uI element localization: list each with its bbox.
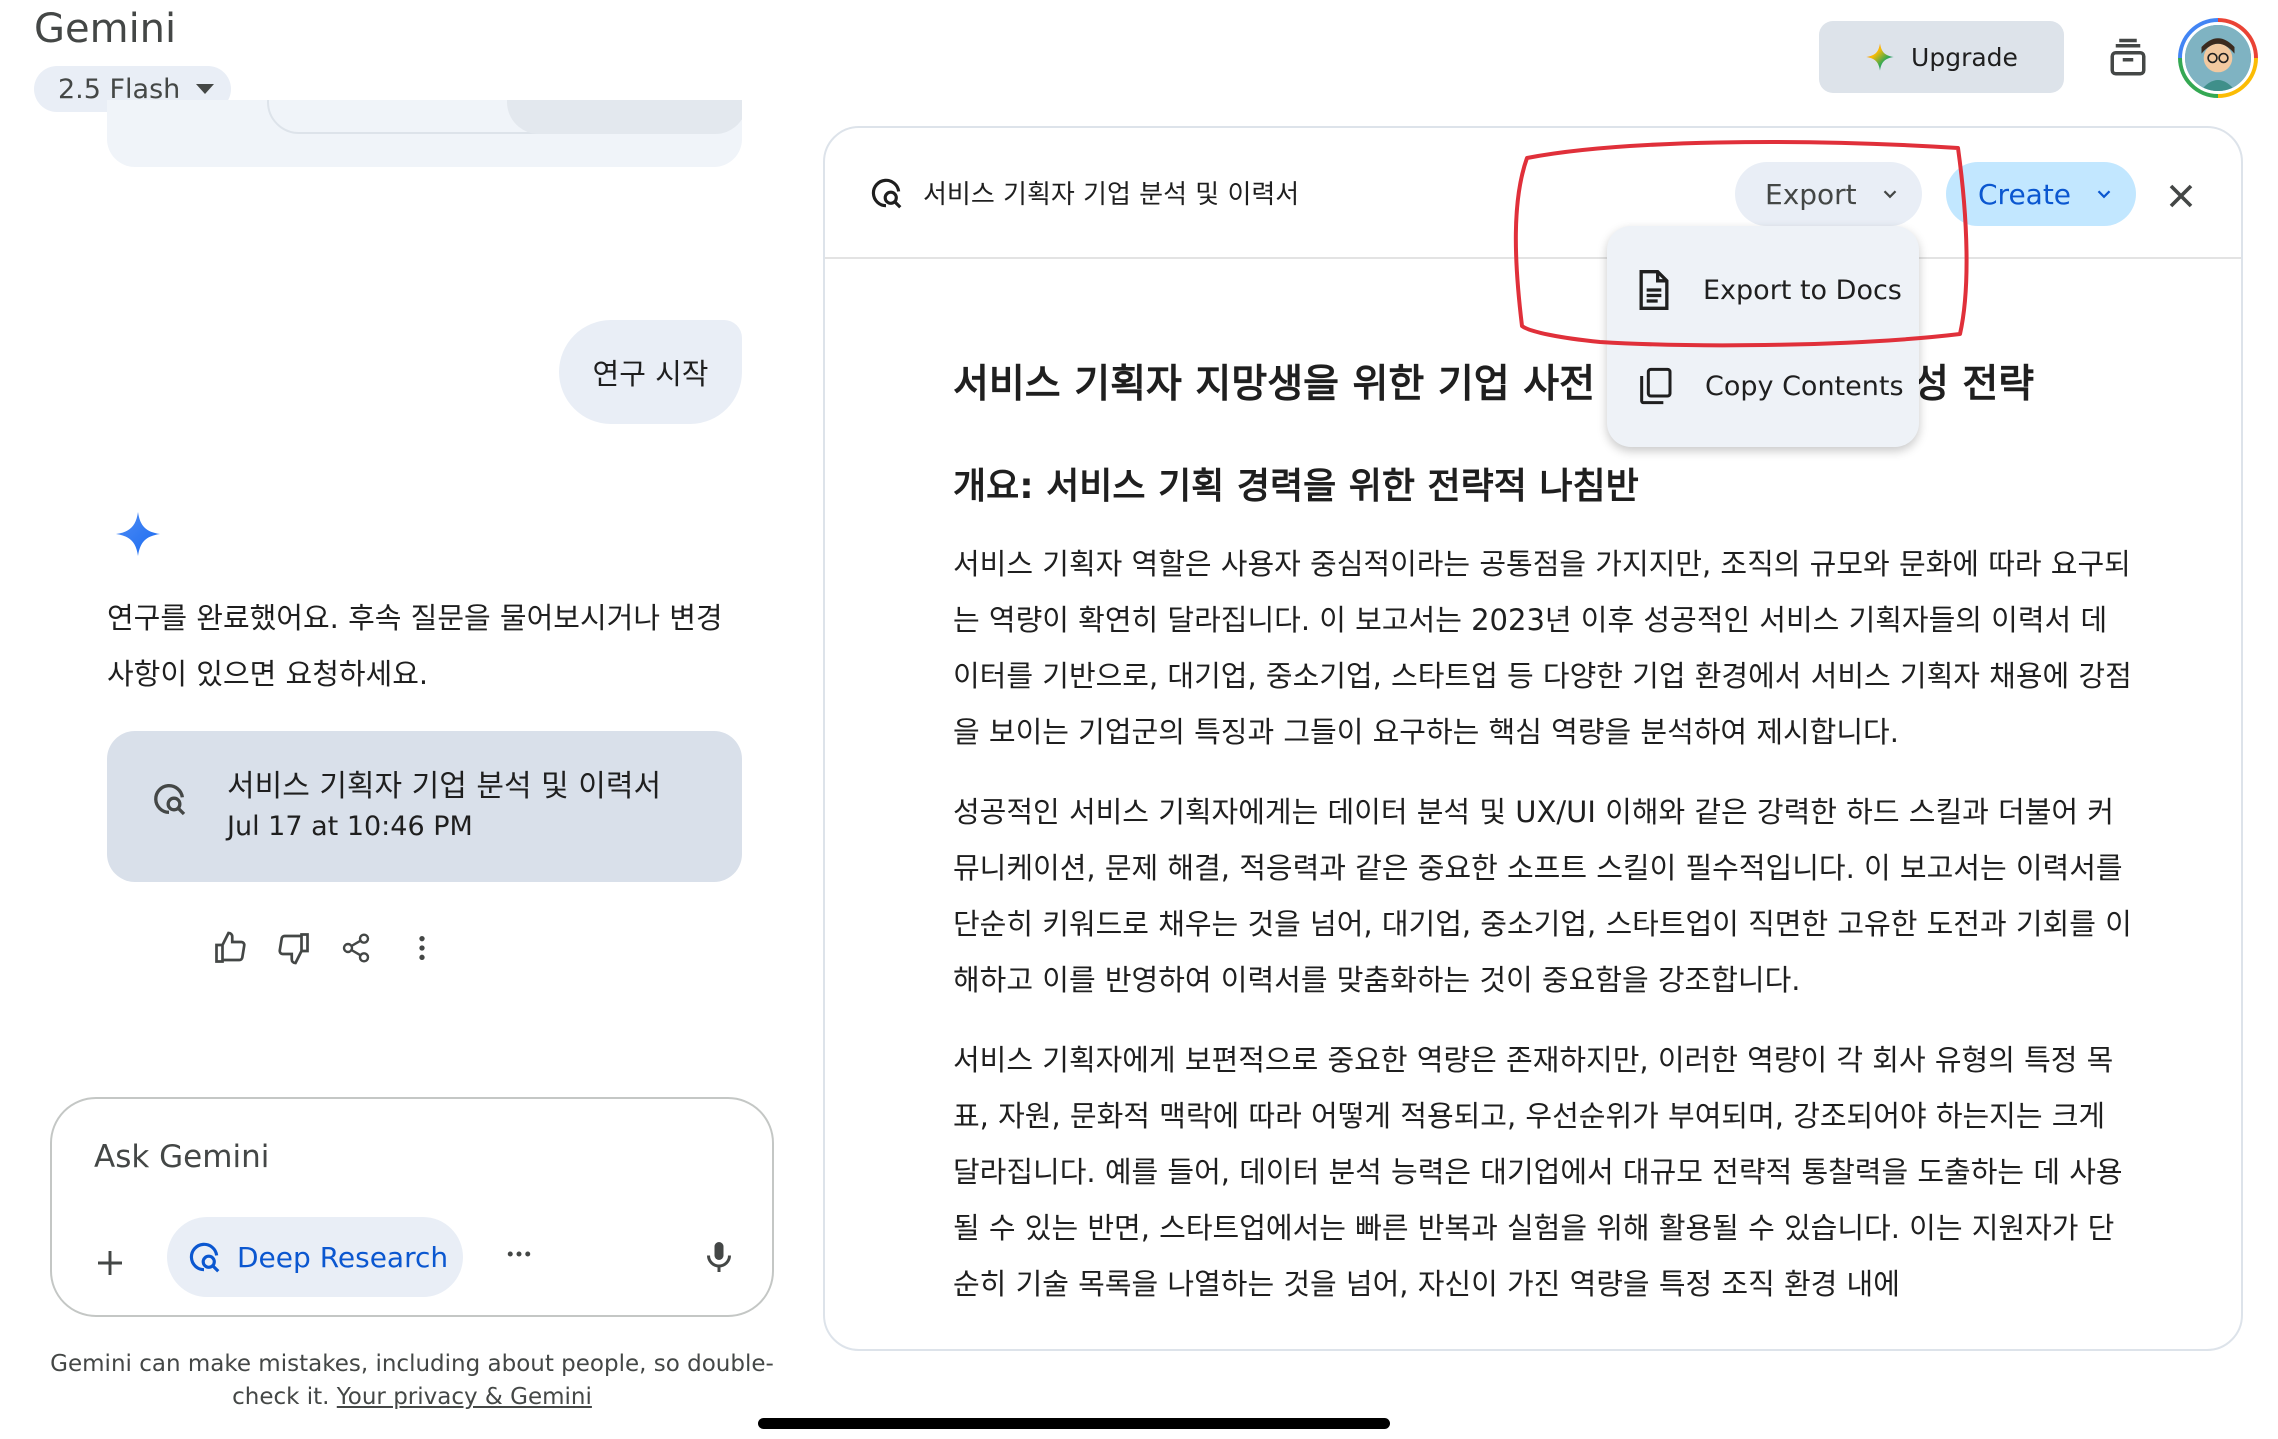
thumbs-down-button[interactable] [272, 926, 316, 970]
create-label: Create [1978, 177, 2072, 211]
deep-research-toggle[interactable]: Deep Research [167, 1217, 463, 1297]
more-tools-button[interactable] [504, 1239, 534, 1277]
privacy-link[interactable]: Your privacy & Gemini [337, 1384, 592, 1410]
upgrade-label: Upgrade [1911, 42, 2018, 72]
report-subheading: 개요: 서비스 기획 경력을 위한 전략적 나침반 [953, 466, 1639, 507]
add-attachment-button[interactable] [94, 1247, 126, 1280]
report-paragraph: 서비스 기획자에게 보편적으로 중요한 역량은 존재하지만, 이러한 역량이 각… [953, 1043, 2123, 1301]
spark-icon [1866, 43, 1894, 71]
thumbs-up-icon [215, 931, 246, 963]
export-to-docs-item[interactable]: Export to Docs [1607, 244, 1919, 336]
prompt-input[interactable] [94, 1139, 694, 1175]
share-icon [342, 933, 370, 963]
research-report-card[interactable]: 서비스 기획자 기업 분석 및 이력서 Jul 17 at 10:46 PM [107, 731, 742, 882]
model-reply: 연구를 완료했어요. 후속 질문을 물어보시거나 변경 사항이 있으면 요청하세… [107, 590, 757, 702]
more-horiz-icon [507, 1251, 531, 1257]
report-document: 서비스 기획자 지망생을 위한 기업 사전 성 전략 개요: 서비스 기획 경력을… [953, 358, 2133, 1312]
report-paragraph: 서비스 기획자 역할은 사용자 중심적이라는 공통점을 가지지만, 조직의 규모… [953, 547, 2132, 749]
avatar[interactable] [2178, 18, 2258, 98]
reply-line: 사항이 있으면 요청하세요. [107, 657, 429, 691]
close-panel-button[interactable] [2161, 176, 2201, 216]
create-button[interactable]: Create [1946, 162, 2136, 226]
upgrade-button[interactable]: Upgrade [1819, 21, 2064, 93]
chevron-down-icon [2097, 190, 2111, 199]
plus-icon [98, 1251, 122, 1275]
report-title-left: 서비스 기획자 지망생을 위한 기업 사전 [953, 362, 1595, 407]
copy-contents-item[interactable]: Copy Contents [1607, 340, 1919, 432]
previous-chip-filled [507, 100, 742, 134]
deep-research-icon [189, 1242, 220, 1273]
history-icon [2110, 38, 2146, 76]
export-label: Export [1765, 177, 1857, 211]
report-paragraph: 성공적인 서비스 기획자에게는 데이터 분석 및 UX/UI 이해와 같은 강력… [953, 795, 2132, 997]
thumbs-down-icon [278, 933, 309, 965]
caret-down-icon [196, 84, 215, 94]
share-button[interactable] [334, 926, 378, 970]
copy-contents-label: Copy Contents [1705, 370, 1904, 402]
microphone-button[interactable] [701, 1239, 737, 1279]
export-to-docs-label: Export to Docs [1703, 274, 1902, 306]
export-menu: Export to Docs Copy Contents [1607, 226, 1919, 447]
home-indicator [758, 1418, 1390, 1429]
more-options-button[interactable] [400, 926, 444, 970]
prompt-composer: Deep Research [50, 1097, 774, 1317]
report-title-right: 성 전략 [1912, 362, 2035, 407]
mic-icon [707, 1242, 731, 1272]
previous-message-card [107, 100, 742, 167]
canvas-panel: 서비스 기획자 기업 분석 및 이력서 Export Create 서비스 기획… [823, 126, 2243, 1351]
report-title: 서비스 기획자 지망생을 위한 기업 사전 성 전략 [953, 358, 2133, 412]
research-card-title: 서비스 기획자 기업 분석 및 이력서 [227, 769, 662, 804]
app-title: Gemini [34, 6, 177, 52]
deep-research-label: Deep Research [237, 1240, 449, 1274]
disclaimer: Gemini can make mistakes, including abou… [50, 1348, 774, 1414]
close-icon [2169, 184, 2193, 208]
user-message: 연구 시작 [559, 320, 742, 424]
thumbs-up-button[interactable] [208, 926, 252, 970]
deep-research-icon [154, 784, 186, 816]
copy-icon [1640, 367, 1672, 405]
gemini-spark-icon [116, 512, 160, 556]
export-button[interactable]: Export [1735, 162, 1922, 226]
more-vert-icon [419, 936, 425, 960]
panel-title: 서비스 기획자 기업 분석 및 이력서 [923, 180, 1300, 210]
reply-line: 연구를 완료했어요. 후속 질문을 물어보시거나 변경 [107, 601, 723, 635]
research-card-date: Jul 17 at 10:46 PM [227, 811, 473, 842]
deep-research-icon [871, 178, 902, 209]
chevron-down-icon [1883, 190, 1896, 199]
history-button[interactable] [2100, 30, 2156, 86]
docs-icon [1639, 270, 1669, 310]
panel-header: 서비스 기획자 기업 분석 및 이력서 Export Create [825, 128, 2241, 259]
